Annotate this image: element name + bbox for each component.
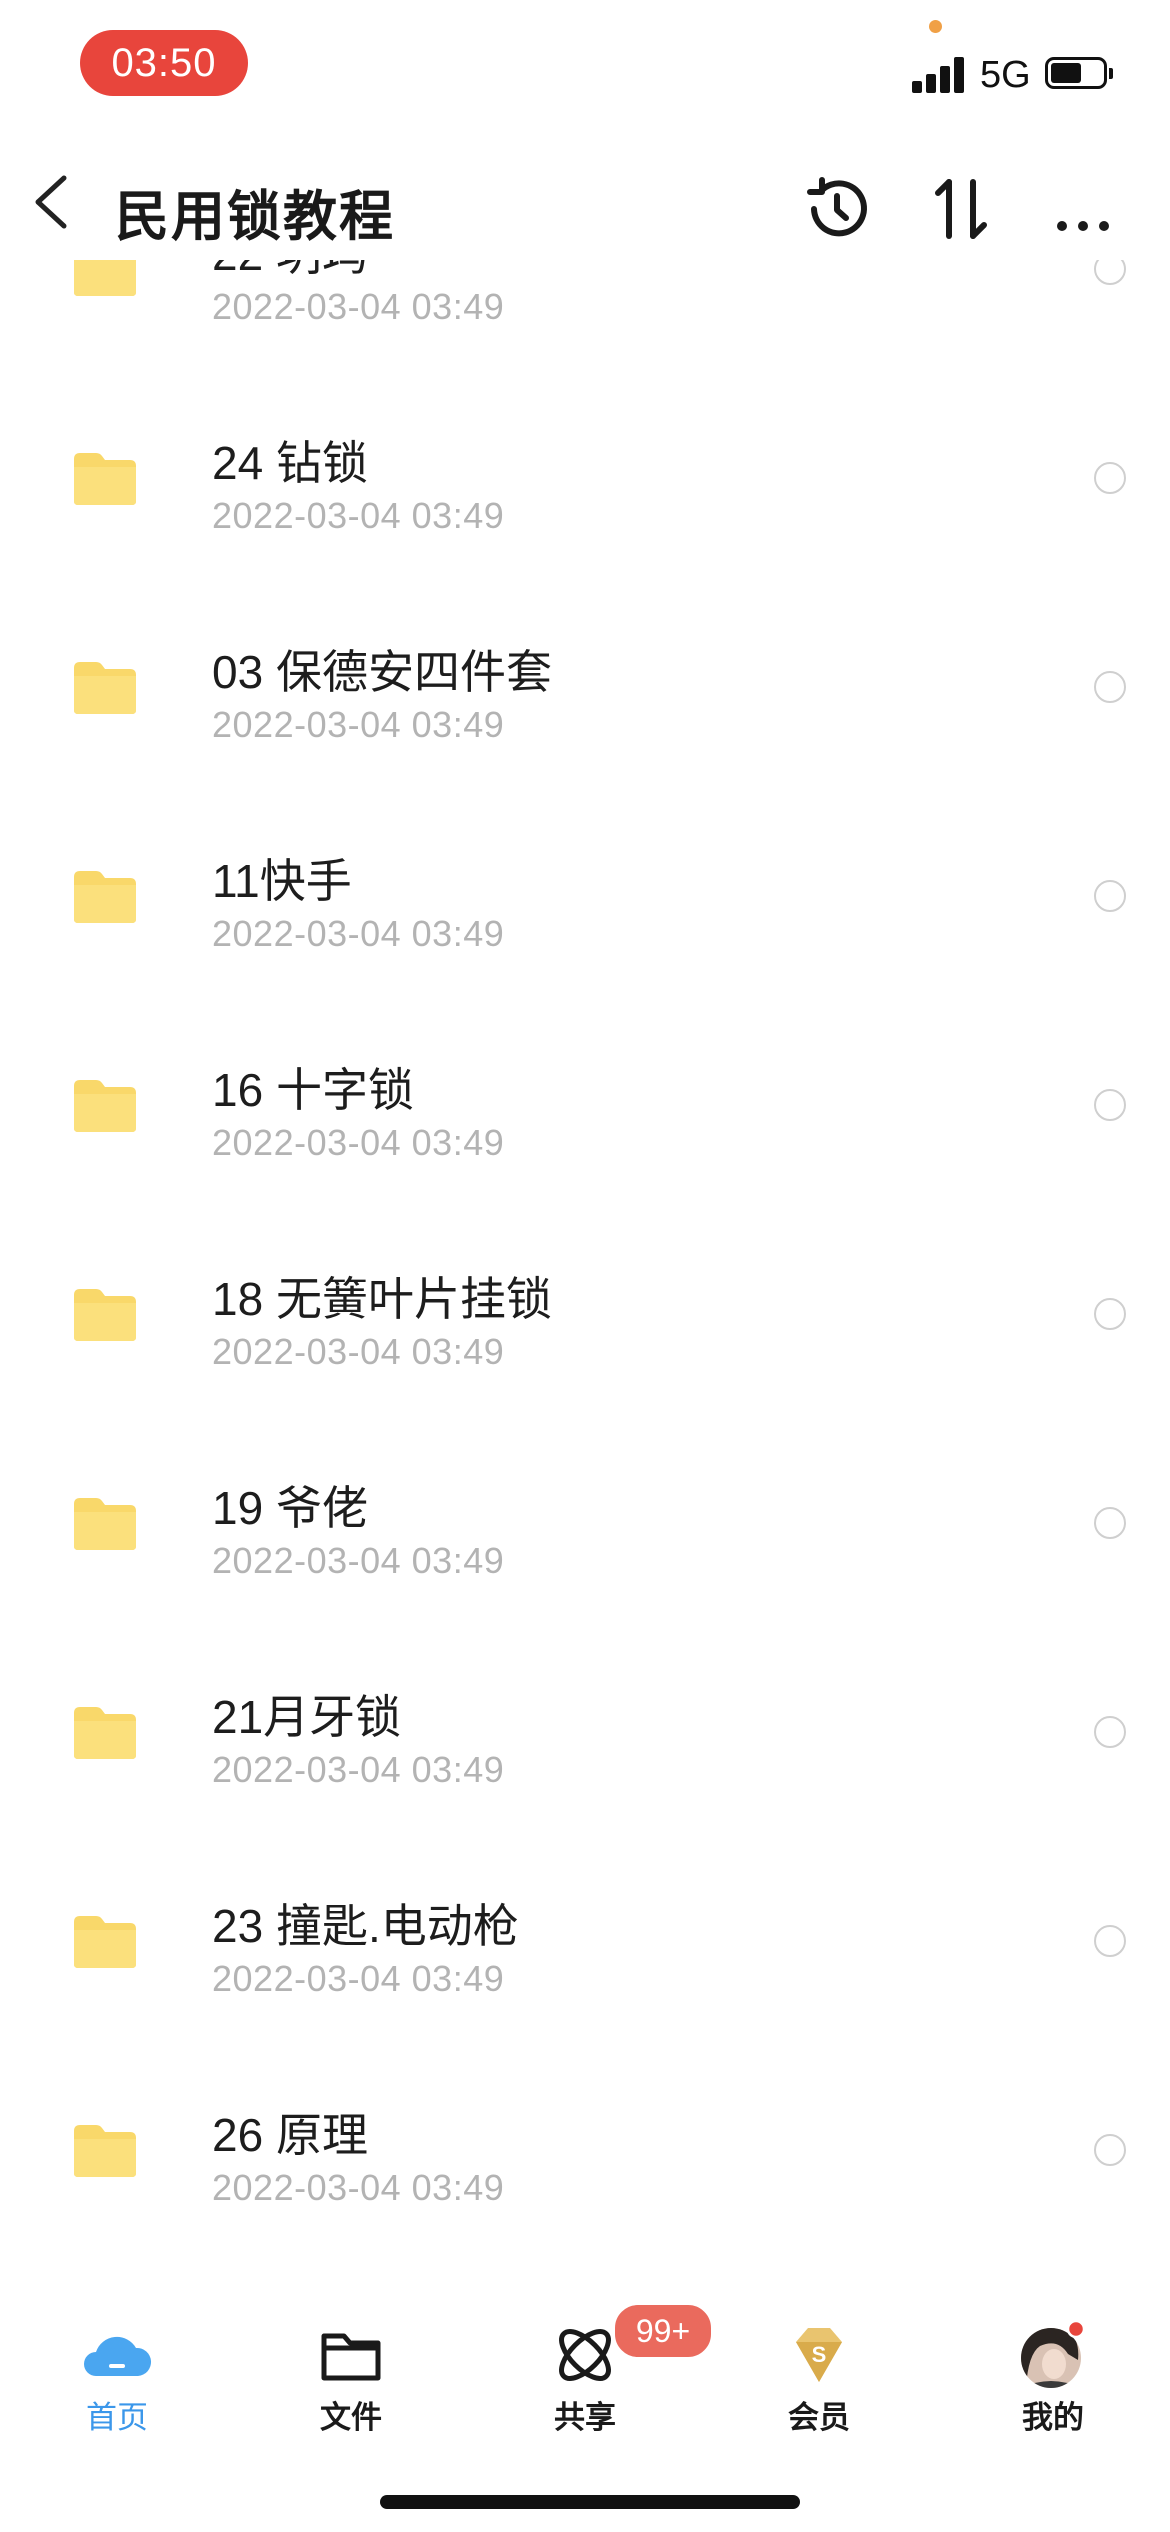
folder-icon <box>74 453 136 505</box>
file-list: 22 玥玛2022-03-04 03:4924 钻锁2022-03-04 03:… <box>0 260 1170 2280</box>
back-button[interactable] <box>26 170 76 234</box>
file-date: 2022-03-04 03:49 <box>212 1122 505 1163</box>
orbit-share-icon <box>559 2329 611 2381</box>
cloud-home-icon <box>84 2336 152 2376</box>
file-row[interactable]: 11快手 2022-03-04 03:49 <box>0 807 1170 1016</box>
tab-home[interactable]: 首页 <box>0 2280 234 2440</box>
file-name: 19 爷佬 <box>212 1482 368 1534</box>
folder-icon <box>74 1289 136 1341</box>
select-checkbox[interactable] <box>1094 1925 1126 1957</box>
gold-diamond-icon: S <box>796 2328 842 2382</box>
tab-vip-label: 会员 <box>788 2400 850 2435</box>
file-row[interactable]: 18 无簧叶片挂锁 2022-03-04 03:49 <box>0 1225 1170 1434</box>
battery-icon <box>1045 57 1113 89</box>
folder-icon <box>74 260 136 296</box>
file-row[interactable]: 26 原理 2022-03-04 03:49 <box>0 2061 1170 2270</box>
folder-icon <box>74 2125 136 2177</box>
tab-files-label: 文件 <box>320 2400 382 2435</box>
file-row[interactable]: 21月牙锁 2022-03-04 03:49 <box>0 1643 1170 1852</box>
select-checkbox[interactable] <box>1094 260 1126 285</box>
file-date: 2022-03-04 03:49 <box>212 495 505 536</box>
file-name: 26 原理 <box>212 2109 368 2161</box>
select-checkbox[interactable] <box>1094 462 1126 494</box>
folder-outline-icon <box>321 2333 381 2381</box>
select-checkbox[interactable] <box>1094 1298 1126 1330</box>
select-checkbox[interactable] <box>1094 671 1126 703</box>
tab-vip[interactable]: S 会员 <box>702 2280 936 2440</box>
file-name: 22 玥玛 <box>212 260 368 284</box>
select-checkbox[interactable] <box>1094 880 1126 912</box>
file-date: 2022-03-04 03:49 <box>212 704 505 745</box>
folder-icon <box>74 1916 136 1968</box>
folder-icon <box>74 1498 136 1550</box>
file-name: 23 撞匙.电动枪 <box>212 1900 519 1952</box>
file-date: 2022-03-04 03:49 <box>212 286 505 327</box>
select-checkbox[interactable] <box>1094 1089 1126 1121</box>
select-checkbox[interactable] <box>1094 2134 1126 2166</box>
nav-header: 民用锁教程 <box>0 150 1170 260</box>
more-dots-icon <box>1057 221 1109 231</box>
tab-mine-label: 我的 <box>1022 2400 1084 2435</box>
history-icon <box>807 177 867 237</box>
file-name: 11快手 <box>212 855 352 907</box>
file-row[interactable]: 22 玥玛2022-03-04 03:49 <box>0 260 1170 389</box>
file-date: 2022-03-04 03:49 <box>212 913 505 954</box>
privacy-indicator-dot <box>929 20 942 33</box>
chevron-left-icon <box>35 175 67 229</box>
file-row[interactable]: 16 十字锁 2022-03-04 03:49 <box>0 1016 1170 1225</box>
tab-share-label: 共享 <box>554 2400 616 2435</box>
file-name: 18 无簧叶片挂锁 <box>212 1273 552 1325</box>
file-name: 21月牙锁 <box>212 1691 402 1743</box>
file-date: 2022-03-04 03:49 <box>212 1331 505 1372</box>
bottom-tab-bar: 首页 文件 共享 S 会员 我的 <box>0 2280 1170 2440</box>
status-bar: 03:50 5G <box>0 0 1170 130</box>
file-date: 2022-03-04 03:49 <box>212 1749 505 1790</box>
status-time: 03:50 <box>80 30 248 96</box>
folder-icon <box>74 1080 136 1132</box>
file-date: 2022-03-04 03:49 <box>212 1958 505 1999</box>
file-date: 2022-03-04 03:49 <box>212 2167 505 2208</box>
more-options-button[interactable] <box>1052 172 1126 246</box>
file-row[interactable]: 19 爷佬 2022-03-04 03:49 <box>0 1434 1170 1643</box>
tab-files[interactable]: 文件 <box>234 2280 468 2440</box>
sort-button[interactable] <box>924 172 998 246</box>
file-row[interactable]: 03 保德安四件套 2022-03-04 03:49 <box>0 598 1170 807</box>
select-checkbox[interactable] <box>1094 1716 1126 1748</box>
history-button[interactable] <box>800 172 874 246</box>
sort-icon <box>935 179 987 239</box>
select-checkbox[interactable] <box>1094 1507 1126 1539</box>
folder-icon <box>74 662 136 714</box>
network-type: 5G <box>980 54 1031 96</box>
signal-strength-icon <box>912 55 968 93</box>
svg-text:S: S <box>812 2342 827 2367</box>
tab-home-label: 首页 <box>86 2400 148 2435</box>
avatar-icon <box>1021 2320 1086 2388</box>
file-row[interactable]: 24 钻锁 2022-03-04 03:49 <box>0 389 1170 598</box>
file-row[interactable]: 23 撞匙.电动枪 2022-03-04 03:49 <box>0 1852 1170 2061</box>
page-title: 民用锁教程 <box>115 187 395 247</box>
file-date: 2022-03-04 03:49 <box>212 1540 505 1581</box>
folder-icon <box>74 871 136 923</box>
share-notification-badge: 99+ <box>612 2302 714 2360</box>
folder-icon <box>74 1707 136 1759</box>
file-name: 03 保德安四件套 <box>212 646 552 698</box>
tab-mine[interactable]: 我的 <box>936 2280 1170 2440</box>
file-name: 24 钻锁 <box>212 437 368 489</box>
home-indicator[interactable] <box>380 2495 800 2509</box>
file-name: 16 十字锁 <box>212 1064 414 1116</box>
